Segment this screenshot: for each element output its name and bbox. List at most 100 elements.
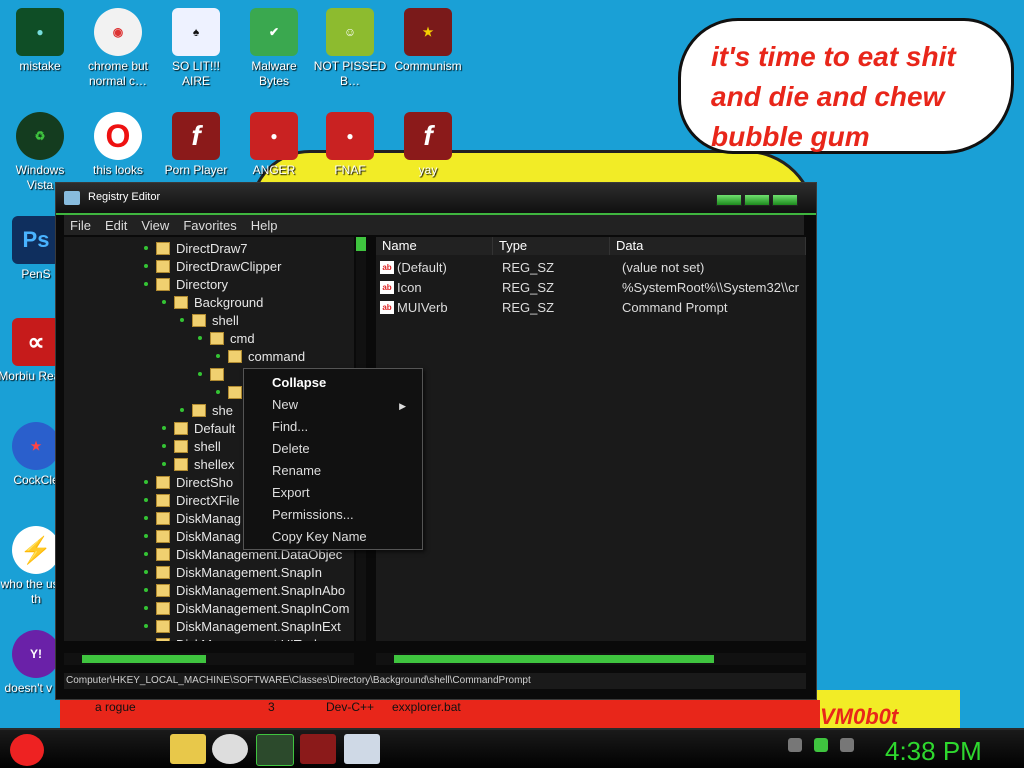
value-row[interactable]: ab Icon REG_SZ %SystemRoot%\\System32\\cr	[376, 277, 799, 297]
taskbar-regedit-icon[interactable]	[256, 734, 294, 766]
value-row[interactable]: ab (Default) REG_SZ (value not set)	[376, 257, 704, 277]
menu-file[interactable]: File	[70, 218, 91, 233]
start-button-angry-bird-icon[interactable]	[10, 734, 44, 766]
tree-node[interactable]: DirectSho	[144, 473, 233, 491]
tree-node[interactable]: DiskManagement.SnapIn	[144, 563, 322, 581]
tree-expand-icon[interactable]	[144, 498, 148, 502]
tree-expand-icon[interactable]	[144, 480, 148, 484]
desktop-icon-chrome[interactable]: ◉ chrome but normal c…	[80, 8, 156, 89]
tree-expand-icon[interactable]	[216, 390, 220, 394]
desktop-icon-bad-piggies[interactable]: ☺ NOT PISSED B…	[312, 8, 388, 89]
menu-item-permissions[interactable]: Permissions...	[272, 507, 354, 522]
menu-item-find[interactable]: Find...	[272, 419, 308, 434]
tree-node[interactable]: DiskManag	[144, 527, 241, 545]
desktop-icon-opera[interactable]: O this looks	[80, 112, 156, 178]
menu-item-export[interactable]: Export	[272, 485, 310, 500]
chrome-icon: ◉	[94, 8, 142, 56]
taskbar-chrome-icon[interactable]	[212, 734, 248, 764]
tree-expand-icon[interactable]	[198, 336, 202, 340]
scroll-thumb[interactable]	[356, 237, 366, 251]
folder-icon	[228, 349, 242, 363]
tree-expand-icon[interactable]	[216, 354, 220, 358]
column-header-name[interactable]: Name	[376, 237, 493, 255]
desktop-icon-fnaf[interactable]: ● FNAF	[312, 112, 388, 178]
tree-node-label: command	[248, 348, 306, 364]
tree-expand-icon[interactable]	[144, 552, 148, 556]
taskbar-flash-icon[interactable]	[300, 734, 336, 764]
tree-expand-icon[interactable]	[162, 444, 166, 448]
tree-node[interactable]: DiskManag	[144, 509, 241, 527]
tree-expand-icon[interactable]	[144, 606, 148, 610]
menu-item-rename[interactable]: Rename	[272, 463, 321, 478]
tree-node[interactable]: shellex	[162, 455, 234, 473]
tree-expand-icon[interactable]	[162, 300, 166, 304]
tree-node[interactable]: DiskManagement.UITasks	[144, 635, 327, 641]
tree-node[interactable]: shell	[162, 437, 221, 455]
tree-node[interactable]: she	[180, 401, 233, 419]
menu-view[interactable]: View	[141, 218, 169, 233]
title-bar[interactable]: Registry Editor	[56, 183, 816, 215]
tree-node[interactable]: DirectDrawClipper	[144, 257, 281, 275]
tree-horizontal-scrollbar[interactable]	[64, 653, 354, 665]
tree-expand-icon[interactable]	[180, 408, 184, 412]
menu-favorites[interactable]: Favorites	[183, 218, 236, 233]
scroll-thumb[interactable]	[82, 655, 206, 663]
tree-node[interactable]: cmd	[198, 329, 255, 347]
desktop-icon-mistake[interactable]: ● mistake	[2, 8, 78, 74]
tree-expand-icon[interactable]	[144, 588, 148, 592]
tree-node[interactable]: shell	[180, 311, 239, 329]
desktop-icon-yay[interactable]: f yay	[390, 112, 466, 178]
tree-node[interactable]: DiskManagement.SnapInAbo	[144, 581, 345, 599]
tree-expand-icon[interactable]	[162, 426, 166, 430]
desktop-icon-windows-vista[interactable]: ♻ Windows Vista	[2, 112, 78, 193]
network-icon[interactable]	[814, 738, 828, 752]
menu-help[interactable]: Help	[251, 218, 278, 233]
tree-node[interactable]: Background	[162, 293, 263, 311]
menu-item-delete[interactable]: Delete	[272, 441, 310, 456]
tree-expand-icon[interactable]	[180, 318, 184, 322]
regedit-icon	[64, 191, 80, 205]
tray-arrow-icon[interactable]	[788, 738, 802, 752]
tree-node[interactable]	[198, 365, 230, 383]
desktop-icon-solitaire[interactable]: ♠ SO LIT!!! AIRE	[158, 8, 234, 89]
tree-node[interactable]: Default	[162, 419, 235, 437]
tree-node[interactable]: DiskManagement.SnapInExt	[144, 617, 341, 635]
desktop-icon-malwarebytes[interactable]: ✔ Malware Bytes	[236, 8, 312, 89]
list-horizontal-scrollbar[interactable]	[376, 653, 806, 665]
column-header-data[interactable]: Data	[609, 237, 806, 255]
tree-expand-icon[interactable]	[162, 462, 166, 466]
scroll-thumb[interactable]	[394, 655, 714, 663]
menu-item-copy-key-name[interactable]: Copy Key Name	[272, 529, 367, 544]
value-row[interactable]: ab MUIVerb REG_SZ Command Prompt	[376, 297, 727, 317]
taskbar-explorer-icon[interactable]	[170, 734, 206, 764]
clock[interactable]: 4:38 PM	[885, 736, 982, 767]
tree-expand-icon[interactable]	[144, 624, 148, 628]
tree-expand-icon[interactable]	[144, 534, 148, 538]
tree-expand-icon[interactable]	[144, 282, 148, 286]
tree-node[interactable]: DirectDraw7	[144, 239, 248, 257]
angry-bird-icon: ●	[250, 112, 298, 160]
menu-edit[interactable]: Edit	[105, 218, 127, 233]
desktop-icon-communism[interactable]: ★ Communism	[390, 8, 466, 74]
tree-expand-icon[interactable]	[144, 246, 148, 250]
menu-item-collapse[interactable]: Collapse	[272, 375, 326, 390]
maximize-button[interactable]	[744, 194, 770, 206]
tree-expand-icon[interactable]	[198, 372, 202, 376]
tree-node[interactable]: DiskManagement.SnapInCom	[144, 599, 349, 617]
tree-node[interactable]: command	[216, 347, 305, 365]
taskbar-notepad-icon[interactable]	[344, 734, 380, 764]
desktop-icon-angry-birds-anger[interactable]: ● ANGER	[236, 112, 312, 178]
tree-expand-icon[interactable]	[144, 264, 148, 268]
tree-expand-icon[interactable]	[144, 516, 148, 520]
desktop-icon-flash-player[interactable]: f Porn Player	[158, 112, 234, 178]
minimize-button[interactable]	[716, 194, 742, 206]
tree-node[interactable]: DirectXFile	[144, 491, 240, 509]
tree-node-label: DirectXFile	[176, 492, 240, 508]
tree-node[interactable]: Directory	[144, 275, 228, 293]
menu-item-new[interactable]: New ▶	[272, 397, 414, 412]
close-button[interactable]	[772, 194, 798, 206]
column-header-type[interactable]: Type	[492, 237, 610, 255]
volume-icon[interactable]	[840, 738, 854, 752]
tree-expand-icon[interactable]	[144, 570, 148, 574]
desktop: a rogue 3 Dev-C++ exxplorer.bat VM0b0t i…	[0, 0, 1024, 768]
